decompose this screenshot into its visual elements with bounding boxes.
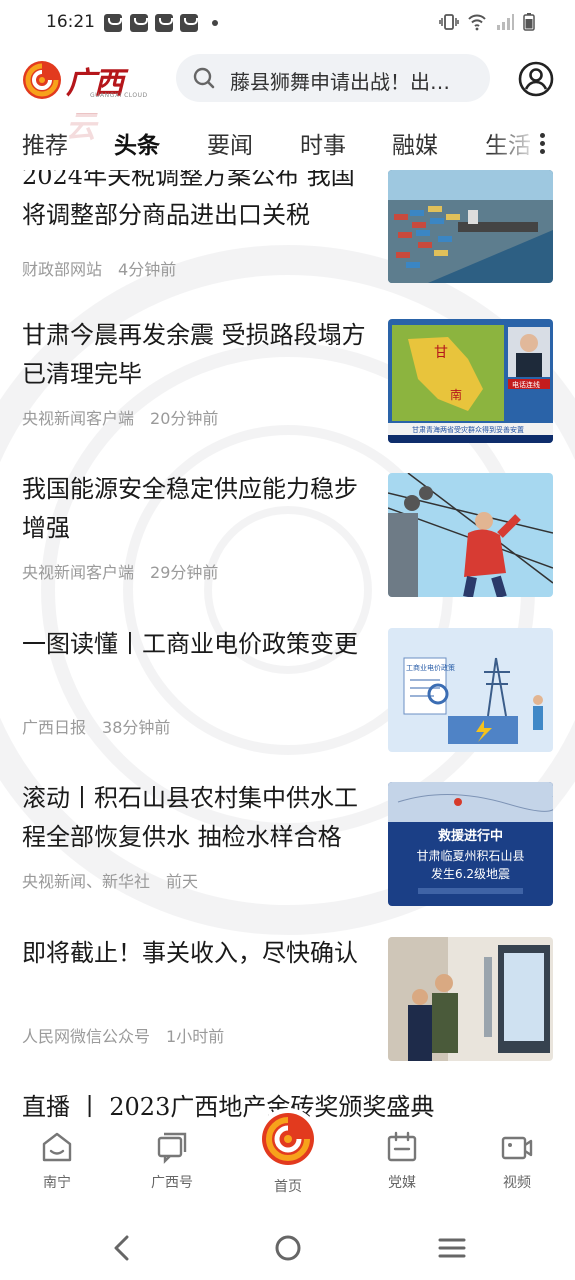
nav-video[interactable]: 视频 <box>477 1130 557 1192</box>
news-source: 人民网微信公众号 <box>22 1027 151 1046</box>
svg-text:南: 南 <box>450 387 462 402</box>
rescue-banner-image: 救援进行中 甘肃临夏州积石山县 发生6.2级地震 <box>388 782 553 906</box>
system-navigation-bar <box>0 1208 575 1280</box>
news-thumbnail <box>388 937 553 1061</box>
news-thumbnail: 工商业电价政策 <box>388 628 553 752</box>
notification-icon <box>180 14 198 32</box>
bottom-navigation: 南宁 广西号 首页 党媒 视频 <box>0 1108 575 1208</box>
port-containers-image <box>388 170 553 283</box>
news-item[interactable]: 我国能源安全稳定供应能力稳步增强 央视新闻客户端 29分钟前 <box>0 470 575 625</box>
guangxi-cloud-logo-icon <box>23 61 61 99</box>
svg-text:发生6.2级地震: 发生6.2级地震 <box>431 866 510 881</box>
wifi-icon <box>468 14 486 31</box>
vibrate-icon <box>439 14 459 30</box>
news-source: 央视新闻、新华社 <box>22 872 151 891</box>
nav-party-media[interactable]: 党媒 <box>362 1130 442 1192</box>
home-circle-icon[interactable] <box>274 1234 302 1262</box>
search-placeholder: 藤县狮舞申请出战！出… <box>230 70 450 94</box>
news-thumbnail <box>388 170 553 283</box>
chat-pages-icon <box>157 1132 187 1164</box>
news-time: 38分钟前 <box>102 718 171 737</box>
app-header: 广西云 GUANGXI CLOUD 藤县狮舞申请出战！出… <box>0 46 575 145</box>
news-title: 直播 丨 2023广西地产金砖奖颁奖盛典 <box>22 1093 435 1120</box>
news-meta: 广西日报 38分钟前 <box>22 714 170 738</box>
news-item[interactable]: 一图读懂丨工商业电价政策变更 广西日报 38分钟前 工商业电价政策 <box>0 625 575 780</box>
nav-home-label: 首页 <box>274 1179 302 1195</box>
news-thumbnail <box>388 473 553 597</box>
tab-important-news[interactable]: 要闻 <box>207 126 253 160</box>
notification-icon <box>130 14 148 32</box>
news-title: 滚动丨积石山县农村集中供水工程全部恢复供水 抽检水样合格 <box>22 784 358 851</box>
news-item[interactable]: 滚动丨积石山县农村集中供水工程全部恢复供水 抽检水样合格 央视新闻、新华社 前天 … <box>0 779 575 934</box>
news-time: 4分钟前 <box>118 260 177 279</box>
news-feed[interactable]: 2024年关税调整方案公布 我国将调整部分商品进出口关税 财政部网站 4分钟前 甘… <box>0 170 575 1120</box>
house-smile-icon <box>42 1132 72 1162</box>
tab-media[interactable]: 融媒 <box>392 126 438 160</box>
signal-icon <box>497 14 514 30</box>
home-logo-icon <box>262 1113 314 1165</box>
news-time: 20分钟前 <box>150 409 219 428</box>
news-source: 广西日报 <box>22 718 87 737</box>
tax-office-image <box>388 937 553 1061</box>
logo-subtitle: GUANGXI CLOUD <box>90 92 148 99</box>
svg-text:救援进行中: 救援进行中 <box>438 828 503 844</box>
news-thumbnail: 甘 南 电话连线 甘肃青海两省受灾群众得到妥善安置 <box>388 319 553 443</box>
status-bar: 16:21 <box>0 0 575 46</box>
nav-nanning[interactable]: 南宁 <box>17 1130 97 1192</box>
news-title: 即将截止！事关收入，尽快确认 <box>22 939 358 967</box>
back-icon[interactable] <box>110 1234 134 1262</box>
news-meta: 财政部网站 4分钟前 <box>22 256 176 280</box>
svg-text:甘: 甘 <box>434 345 448 361</box>
news-source: 央视新闻客户端 <box>22 563 135 582</box>
search-bar[interactable]: 藤县狮舞申请出战！出… <box>176 54 490 102</box>
news-title: 甘肃今晨再发余震 受损路段塌方已清理完毕 <box>22 321 366 388</box>
app-logo[interactable]: 广西云 GUANGXI CLOUD <box>22 58 148 145</box>
news-item[interactable]: 甘肃今晨再发余震 受损路段塌方已清理完毕 央视新闻客户端 20分钟前 甘 南 电话… <box>0 316 575 471</box>
svg-text:甘肃临夏州积石山县: 甘肃临夏州积石山县 <box>416 849 524 863</box>
news-meta: 央视新闻客户端 20分钟前 <box>22 405 218 429</box>
news-time: 1小时前 <box>166 1027 225 1046</box>
user-profile-icon[interactable] <box>518 61 554 97</box>
notification-icon <box>155 14 173 32</box>
svg-text:甘肃青海两省受灾群众得到妥善安置: 甘肃青海两省受灾群众得到妥善安置 <box>412 425 524 434</box>
notification-icon <box>104 14 122 32</box>
news-thumbnail: 救援进行中 甘肃临夏州积石山县 发生6.2级地震 <box>388 782 553 906</box>
svg-text:电话连线: 电话连线 <box>512 380 540 389</box>
tab-recommend[interactable]: 推荐 <box>22 126 68 160</box>
news-title: 一图读懂丨工商业电价政策变更 <box>22 630 358 658</box>
recent-apps-icon[interactable] <box>438 1234 466 1262</box>
news-meta: 央视新闻客户端 29分钟前 <box>22 559 218 583</box>
news-time: 前天 <box>166 872 199 891</box>
news-time: 29分钟前 <box>150 563 219 582</box>
nav-guangxi-account[interactable]: 广西号 <box>132 1130 212 1192</box>
news-meta: 人民网微信公众号 1小时前 <box>22 1023 224 1047</box>
video-camera-icon <box>501 1136 533 1160</box>
svg-text:工商业电价政策: 工商业电价政策 <box>406 663 455 672</box>
news-title: 我国能源安全稳定供应能力稳步增强 <box>22 475 358 542</box>
battery-icon <box>523 13 535 31</box>
more-notifications-dot <box>212 20 218 26</box>
earthquake-news-image: 甘 南 电话连线 甘肃青海两省受灾群众得到妥善安置 <box>388 319 553 443</box>
news-item[interactable]: 2024年关税调整方案公布 我国将调整部分商品进出口关税 财政部网站 4分钟前 <box>0 170 575 320</box>
nav-home[interactable] <box>257 1108 319 1170</box>
news-source: 央视新闻客户端 <box>22 409 135 428</box>
news-title: 2024年关税调整方案公布 我国将调整部分商品进出口关税 <box>22 170 355 229</box>
tab-headlines[interactable]: 头条 <box>114 126 160 160</box>
more-tabs-icon[interactable] <box>532 130 552 158</box>
calendar-board-icon <box>387 1131 417 1162</box>
news-source: 财政部网站 <box>22 260 103 279</box>
news-item[interactable]: 即将截止！事关收入，尽快确认 人民网微信公众号 1小时前 <box>0 934 575 1089</box>
category-tabs: 推荐 头条 要闻 时事 融媒 生活 <box>0 114 575 170</box>
power-line-worker-image <box>388 473 553 597</box>
status-time: 16:21 <box>46 12 95 32</box>
news-meta: 央视新闻、新华社 前天 <box>22 868 198 892</box>
electricity-policy-illustration: 工商业电价政策 <box>388 628 553 752</box>
tab-current-affairs[interactable]: 时事 <box>300 126 346 160</box>
search-icon <box>193 67 215 89</box>
